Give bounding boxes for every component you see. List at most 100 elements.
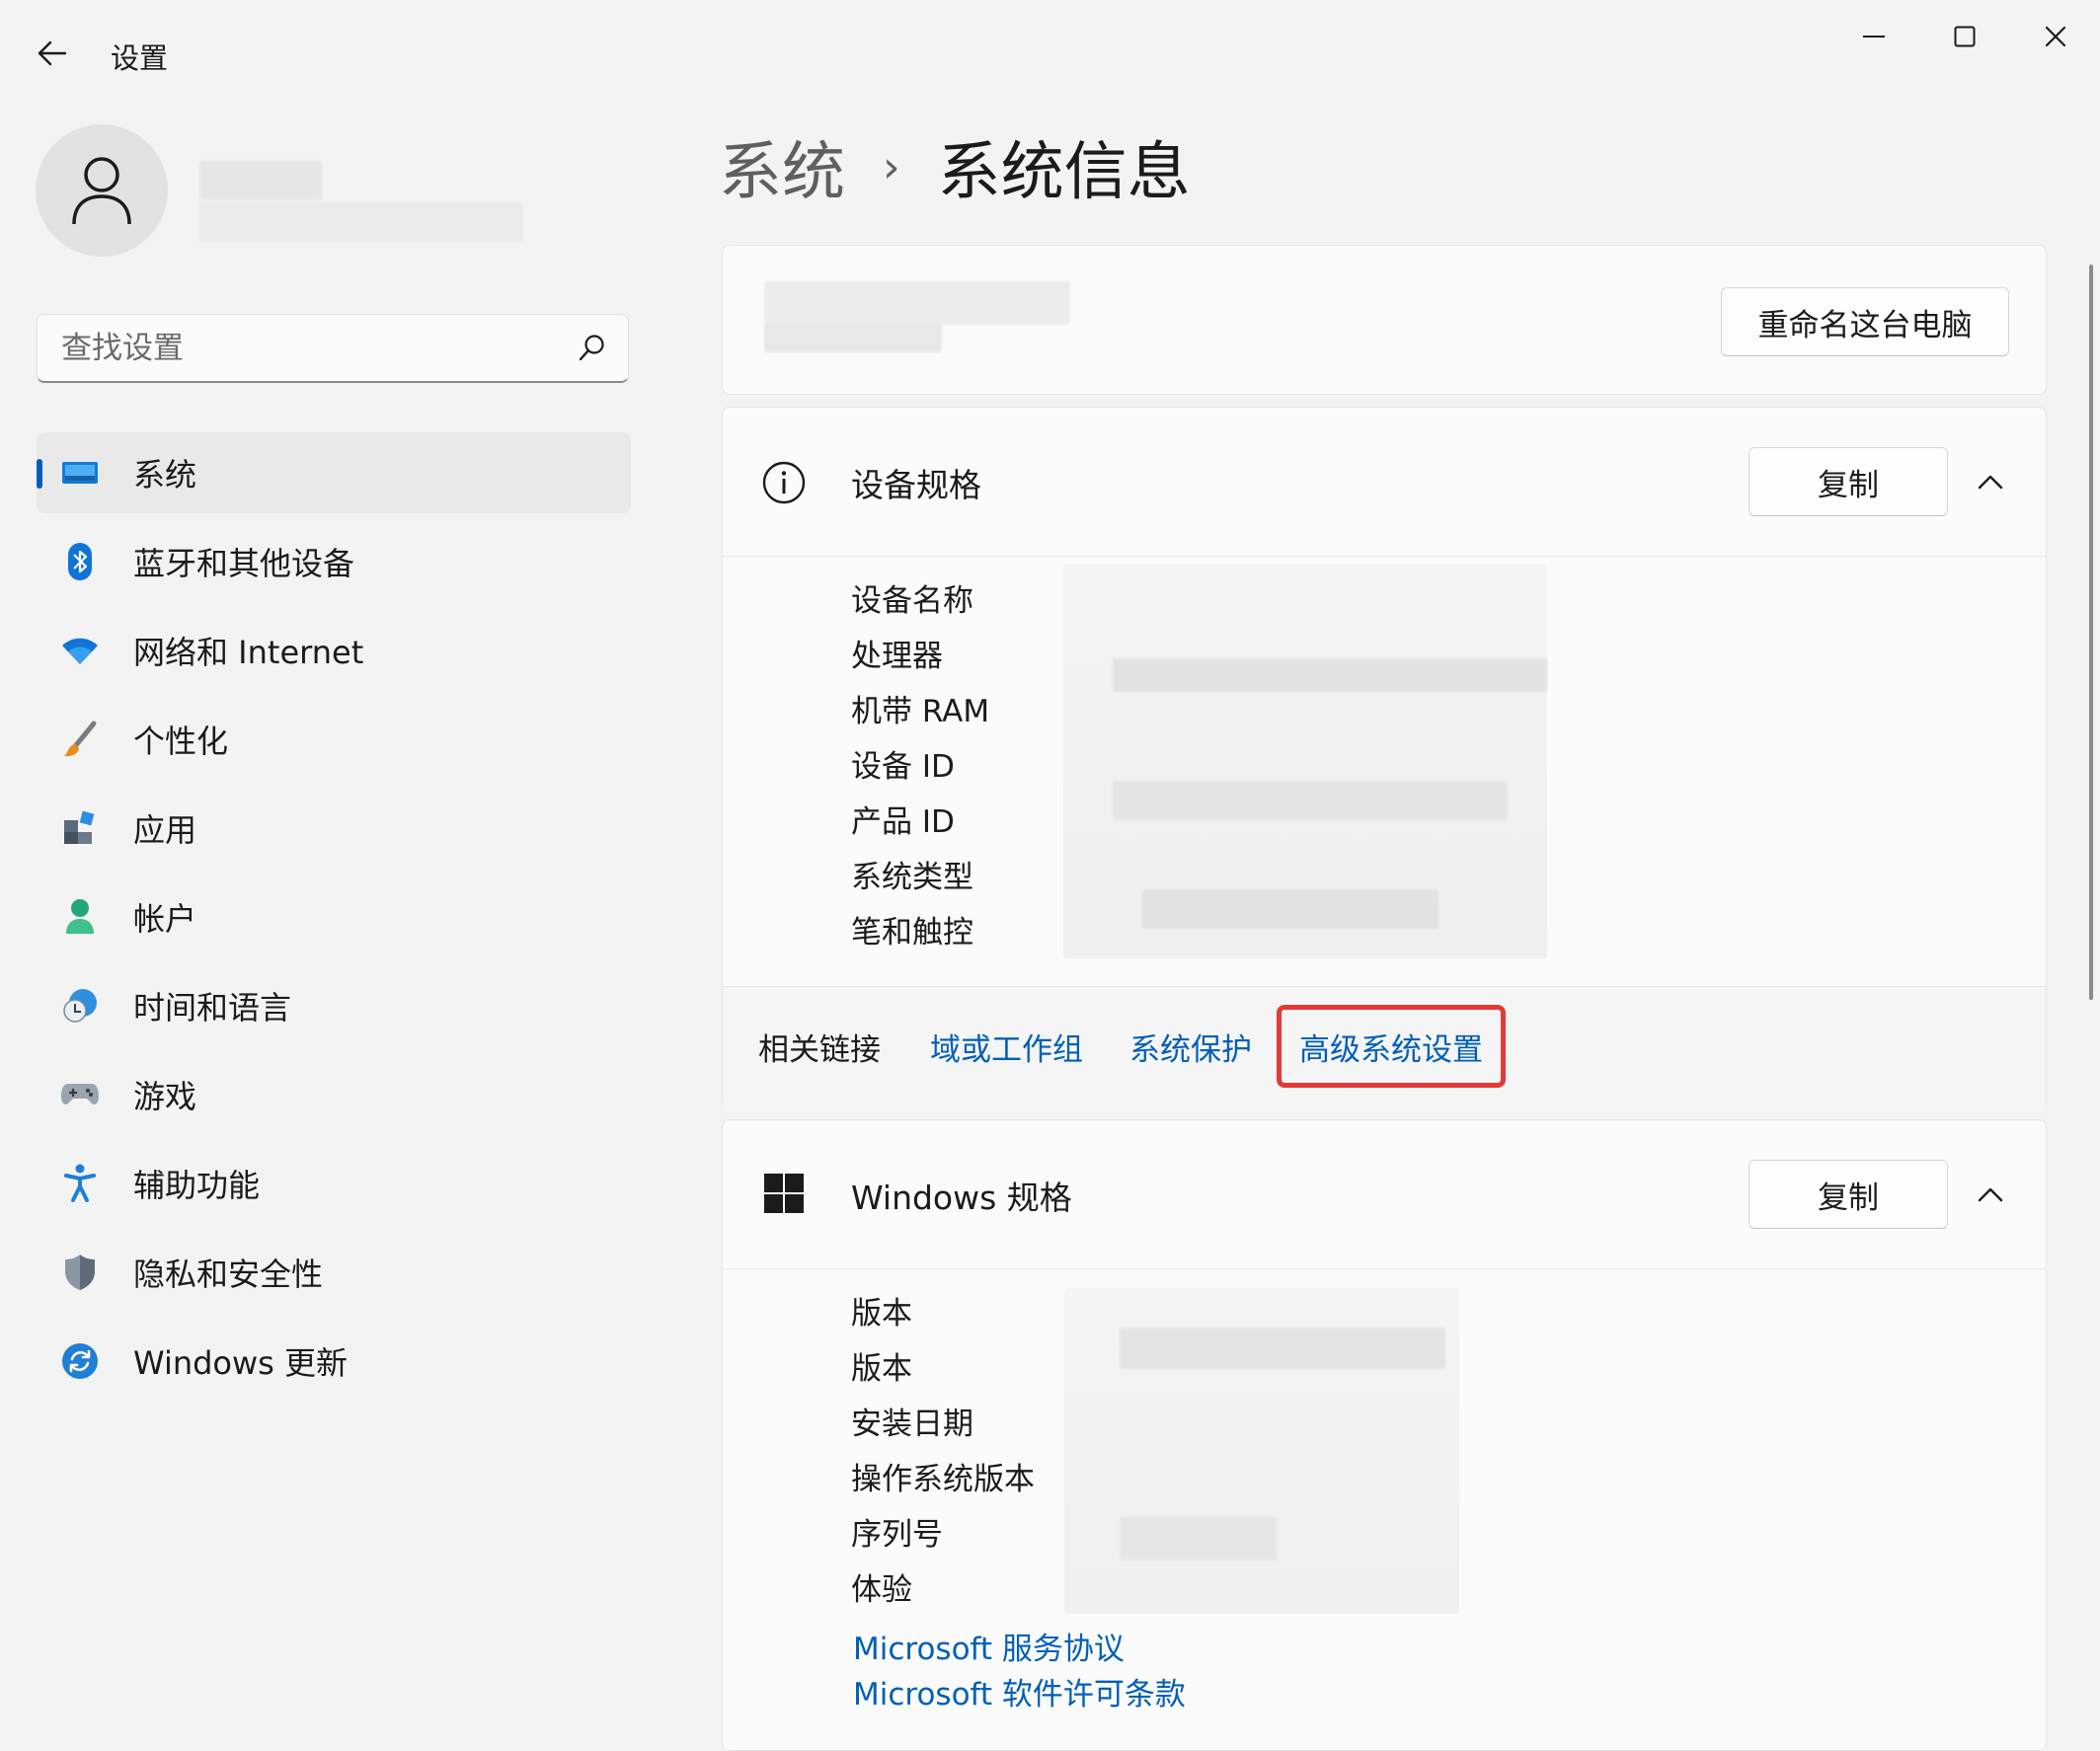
app-title: 设置 bbox=[111, 41, 169, 75]
windows-spec-labels: 版本 版本 安装日期 操作系统版本 序列号 体验 bbox=[851, 1286, 1035, 1618]
sidebar-item-network[interactable]: 网络和 Internet bbox=[37, 610, 631, 691]
link-advanced-system-settings[interactable]: 高级系统设置 bbox=[1299, 1025, 1483, 1069]
sidebar-item-label: 辅助功能 bbox=[133, 1167, 261, 1204]
user-name-redacted bbox=[199, 161, 322, 200]
copy-windows-specs-button[interactable]: 复制 bbox=[1749, 1160, 1948, 1229]
spec-label-version: 版本 bbox=[851, 1351, 912, 1387]
spec-label-product-id: 产品 ID bbox=[851, 804, 955, 840]
windows-logo-icon bbox=[764, 1174, 804, 1213]
page-title: 系统信息 bbox=[937, 136, 1191, 209]
rename-pc-button[interactable]: 重命名这台电脑 bbox=[1721, 287, 2009, 356]
spec-label-os-build: 操作系统版本 bbox=[851, 1462, 1035, 1497]
search-box[interactable] bbox=[37, 314, 629, 383]
sidebar-item-bluetooth[interactable]: 蓝牙和其他设备 bbox=[37, 521, 631, 602]
sidebar-item-label: 帐户 bbox=[133, 900, 197, 938]
spec-label-pen-touch: 笔和触控 bbox=[851, 915, 973, 951]
device-specs-header[interactable]: 设备规格 复制 bbox=[723, 408, 2046, 556]
sidebar-item-label: 时间和语言 bbox=[133, 989, 292, 1027]
spec-label-device-name: 设备名称 bbox=[851, 583, 973, 619]
device-spec-labels: 设备名称 处理器 机带 RAM 设备 ID 产品 ID 系统类型 笔和触控 bbox=[851, 573, 989, 960]
link-microsoft-license-terms[interactable]: Microsoft 软件许可条款 bbox=[853, 1669, 1186, 1713]
link-system-protection[interactable]: 系统保护 bbox=[1129, 1025, 1252, 1069]
pc-name-redacted bbox=[764, 281, 1070, 325]
maximize-button[interactable] bbox=[1925, 10, 2004, 63]
pc-model-redacted bbox=[764, 323, 942, 352]
device-spec-values-redacted bbox=[1063, 564, 1547, 958]
gamepad-icon bbox=[60, 1075, 100, 1114]
sidebar-item-apps[interactable]: 应用 bbox=[37, 788, 631, 869]
windows-spec-values-redacted bbox=[1064, 1288, 1459, 1614]
shield-icon bbox=[60, 1253, 100, 1292]
sidebar-item-label: 个性化 bbox=[133, 723, 229, 760]
link-domain-workgroup[interactable]: 域或工作组 bbox=[930, 1025, 1083, 1069]
chevron-up-icon bbox=[1978, 1187, 2003, 1202]
windows-specs-title: Windows 规格 bbox=[851, 1179, 1072, 1217]
clock-globe-icon bbox=[60, 986, 100, 1026]
spec-label-serial-number: 序列号 bbox=[851, 1517, 943, 1553]
sidebar-item-windows-update[interactable]: Windows 更新 bbox=[37, 1321, 631, 1402]
spec-label-edition: 版本 bbox=[851, 1296, 912, 1332]
device-specs-title: 设备规格 bbox=[851, 466, 981, 504]
spec-label-ram: 机带 RAM bbox=[851, 694, 990, 729]
sidebar-item-label: 蓝牙和其他设备 bbox=[133, 545, 355, 582]
divider bbox=[723, 1268, 2046, 1269]
wifi-icon bbox=[60, 631, 100, 670]
spec-label-processor: 处理器 bbox=[851, 639, 943, 674]
info-icon bbox=[762, 461, 806, 504]
title-bar: 设置 bbox=[0, 0, 2100, 109]
copy-device-specs-button[interactable]: 复制 bbox=[1749, 447, 1948, 516]
apps-icon bbox=[60, 808, 100, 848]
sidebar-item-label: 系统 bbox=[133, 456, 197, 494]
divider bbox=[723, 556, 2046, 557]
sidebar-item-accessibility[interactable]: 辅助功能 bbox=[37, 1143, 631, 1224]
back-button[interactable] bbox=[22, 28, 83, 79]
sidebar-item-privacy[interactable]: 隐私和安全性 bbox=[37, 1232, 631, 1313]
collapse-device-specs-button[interactable] bbox=[1971, 462, 2010, 501]
close-icon bbox=[2045, 26, 2066, 47]
sidebar-item-gaming[interactable]: 游戏 bbox=[37, 1054, 631, 1135]
device-specs-card: 设备规格 复制 设备名称 处理器 机带 RAM 设备 ID 产品 ID 系统类型… bbox=[722, 407, 2047, 1109]
sidebar-item-label: 游戏 bbox=[133, 1078, 197, 1115]
spec-label-device-id: 设备 ID bbox=[851, 749, 955, 785]
bluetooth-icon bbox=[60, 542, 100, 581]
sidebar-item-label: Windows 更新 bbox=[133, 1344, 349, 1382]
scrollbar[interactable] bbox=[2089, 265, 2093, 1000]
minimize-button[interactable] bbox=[1834, 10, 1913, 63]
sidebar-item-time-language[interactable]: 时间和语言 bbox=[37, 965, 631, 1046]
related-links-label: 相关链接 bbox=[758, 1032, 881, 1068]
spec-label-system-type: 系统类型 bbox=[851, 860, 973, 895]
collapse-windows-specs-button[interactable] bbox=[1971, 1175, 2010, 1214]
pc-name-card: 重命名这台电脑 bbox=[722, 245, 2047, 395]
sidebar-nav: 系统 蓝牙和其他设备 网络和 Internet 个性化 应用 帐户 时间和语言 … bbox=[37, 432, 631, 1409]
sidebar-item-system[interactable]: 系统 bbox=[37, 432, 631, 513]
breadcrumb-parent[interactable]: 系统 bbox=[719, 121, 845, 212]
avatar[interactable] bbox=[36, 124, 168, 257]
minimize-icon bbox=[1863, 36, 1885, 38]
user-email-redacted bbox=[199, 202, 523, 242]
related-links-bar: 相关链接 域或工作组 系统保护 高级系统设置 bbox=[723, 986, 2046, 1109]
spec-label-experience: 体验 bbox=[851, 1572, 912, 1608]
breadcrumb: 系统 › 系统信息 bbox=[719, 122, 1191, 211]
maximize-icon bbox=[1954, 26, 1976, 47]
sidebar-item-label: 网络和 Internet bbox=[133, 634, 364, 671]
windows-specs-card: Windows 规格 复制 版本 版本 安装日期 操作系统版本 序列号 体验 M… bbox=[722, 1119, 2047, 1751]
windows-specs-header[interactable]: Windows 规格 复制 bbox=[723, 1120, 2046, 1268]
search-icon[interactable] bbox=[577, 333, 606, 362]
sidebar-item-label: 应用 bbox=[133, 811, 197, 849]
accessibility-icon bbox=[60, 1164, 100, 1203]
chevron-up-icon bbox=[1978, 475, 2003, 490]
account-icon bbox=[60, 897, 100, 937]
monitor-icon bbox=[60, 453, 100, 493]
sidebar-item-accounts[interactable]: 帐户 bbox=[37, 876, 631, 957]
spec-label-install-date: 安装日期 bbox=[851, 1407, 973, 1442]
search-input[interactable] bbox=[59, 315, 557, 382]
brush-icon bbox=[60, 720, 100, 759]
breadcrumb-separator: › bbox=[883, 141, 900, 192]
arrow-left-icon bbox=[38, 40, 67, 66]
refresh-icon bbox=[60, 1341, 100, 1381]
link-microsoft-services-agreement[interactable]: Microsoft 服务协议 bbox=[853, 1624, 1125, 1668]
close-button[interactable] bbox=[2016, 10, 2095, 63]
sidebar-item-label: 隐私和安全性 bbox=[133, 1256, 324, 1293]
person-icon bbox=[72, 157, 131, 225]
sidebar-item-personalization[interactable]: 个性化 bbox=[37, 699, 631, 780]
